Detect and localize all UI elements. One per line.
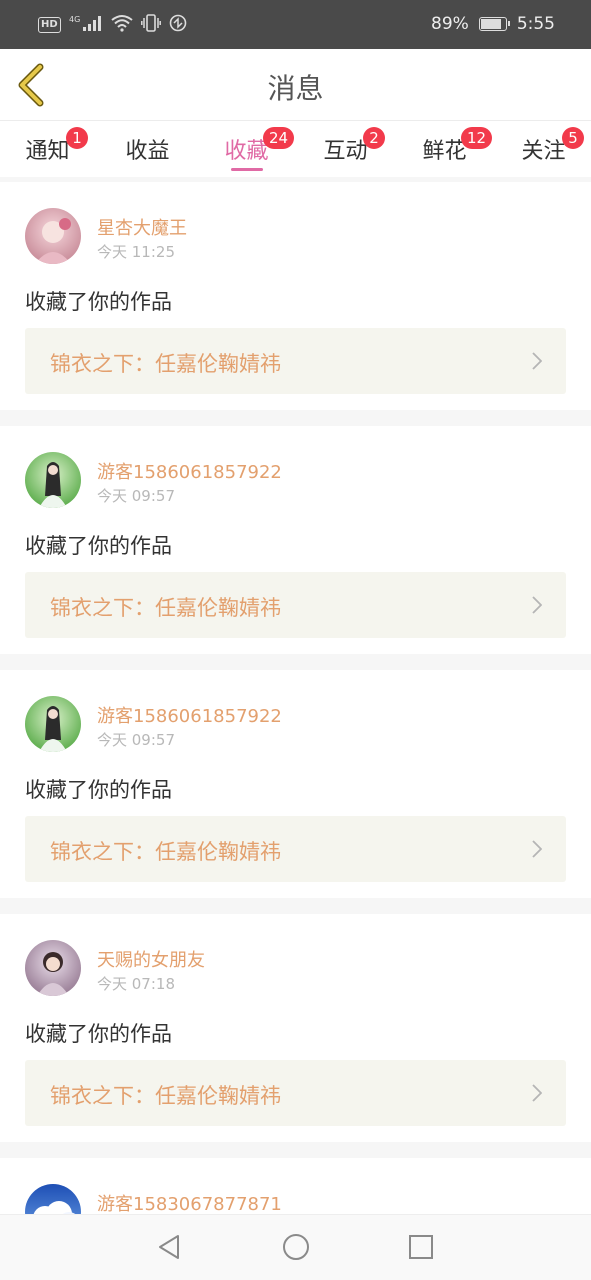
timestamp: 今天 09:57 xyxy=(97,487,175,505)
nav-recents-button[interactable] xyxy=(407,1233,435,1261)
avatar[interactable] xyxy=(25,940,81,996)
data-saver-icon xyxy=(169,14,187,36)
work-title: 锦衣之下：任嘉伦鞠婧祎 xyxy=(50,840,281,864)
user-name[interactable]: 天赐的女朋友 xyxy=(97,946,205,972)
list-item: 天赐的女朋友 今天 07:18 收藏了你的作品 锦衣之下：任嘉伦鞠婧祎 xyxy=(0,914,591,1142)
clock: 5:55 xyxy=(516,14,555,34)
tab-flowers[interactable]: 鲜花 12 xyxy=(417,127,493,177)
user-name[interactable]: 游客1586061857922 xyxy=(97,702,282,728)
tab-badge: 5 xyxy=(562,127,584,149)
home-circle-icon xyxy=(283,1234,309,1260)
battery-percent: 89% xyxy=(431,14,469,34)
tab-badge: 12 xyxy=(461,127,493,149)
list-item: 游客1586061857922 今天 09:57 收藏了你的作品 锦衣之下：任嘉… xyxy=(0,670,591,898)
avatar[interactable] xyxy=(25,696,81,752)
avatar-green-girl xyxy=(25,696,81,752)
list-item: 星杏大魔王 今天 11:25 收藏了你的作品 锦衣之下：任嘉伦鞠婧祎 xyxy=(0,182,591,410)
avatar[interactable] xyxy=(25,208,81,264)
chevron-right-icon xyxy=(532,596,542,614)
user-name[interactable]: 游客1583067877871 xyxy=(97,1190,282,1216)
network-type-text: 4G xyxy=(69,15,80,24)
tab-label: 收益 xyxy=(125,139,170,164)
system-nav-bar xyxy=(0,1214,591,1280)
tab-earnings[interactable]: 收益 xyxy=(120,133,175,177)
wifi-icon xyxy=(111,14,133,36)
nav-back-button[interactable] xyxy=(155,1233,183,1261)
tab-interactions[interactable]: 互动 2 xyxy=(318,127,385,177)
signal-icon: 4G xyxy=(69,14,103,36)
work-link[interactable]: 锦衣之下：任嘉伦鞠婧祎 xyxy=(25,816,566,882)
status-bar: HD 4G 89% 5:55 xyxy=(0,0,591,49)
battery-fill xyxy=(480,19,501,29)
vibrate-icon xyxy=(140,14,161,36)
action-text: 收藏了你的作品 xyxy=(25,778,172,802)
action-text: 收藏了你的作品 xyxy=(25,290,172,314)
timestamp: 今天 09:57 xyxy=(97,731,175,749)
tab-bar: 通知 1 收益 收藏 24 互动 2 鲜花 12 关注 5 xyxy=(0,121,591,177)
timestamp: 今天 07:18 xyxy=(97,975,175,993)
avatar[interactable] xyxy=(25,452,81,508)
chevron-right-icon xyxy=(532,352,542,370)
user-name[interactable]: 星杏大魔王 xyxy=(97,214,187,240)
timestamp: 今天 11:25 xyxy=(97,243,175,261)
work-link[interactable]: 锦衣之下：任嘉伦鞠婧祎 xyxy=(25,1060,566,1126)
chevron-right-icon xyxy=(532,840,542,858)
header: 消息 xyxy=(0,49,591,121)
battery-icon xyxy=(478,17,510,31)
work-link[interactable]: 锦衣之下：任嘉伦鞠婧祎 xyxy=(25,572,566,638)
tab-favorites[interactable]: 收藏 24 xyxy=(219,127,295,177)
back-triangle-icon xyxy=(159,1235,179,1259)
tab-badge: 1 xyxy=(66,127,88,149)
tab-badge: 24 xyxy=(263,127,295,149)
hd-icon: HD xyxy=(38,17,61,33)
work-link[interactable]: 锦衣之下：任嘉伦鞠婧祎 xyxy=(25,328,566,394)
avatar-green-girl xyxy=(25,452,81,508)
tab-badge: 2 xyxy=(363,127,385,149)
tab-underline xyxy=(230,168,263,171)
avatar-pink-girl xyxy=(25,208,81,264)
list-item: 游客1586061857922 今天 09:57 收藏了你的作品 锦衣之下：任嘉… xyxy=(0,426,591,654)
work-title: 锦衣之下：任嘉伦鞠婧祎 xyxy=(50,1084,281,1108)
nav-home-button[interactable] xyxy=(282,1233,310,1261)
work-title: 锦衣之下：任嘉伦鞠婧祎 xyxy=(50,596,281,620)
work-title: 锦衣之下：任嘉伦鞠婧祎 xyxy=(50,352,281,376)
avatar-purple-girl xyxy=(25,940,81,996)
action-text: 收藏了你的作品 xyxy=(25,534,172,558)
action-text: 收藏了你的作品 xyxy=(25,1022,172,1046)
tab-follow[interactable]: 关注 5 xyxy=(516,127,584,177)
user-name[interactable]: 游客1586061857922 xyxy=(97,458,282,484)
chevron-right-icon xyxy=(532,1084,542,1102)
tab-notifications[interactable]: 通知 1 xyxy=(20,127,88,177)
recents-square-icon xyxy=(409,1235,433,1259)
page-title: 消息 xyxy=(267,72,324,105)
